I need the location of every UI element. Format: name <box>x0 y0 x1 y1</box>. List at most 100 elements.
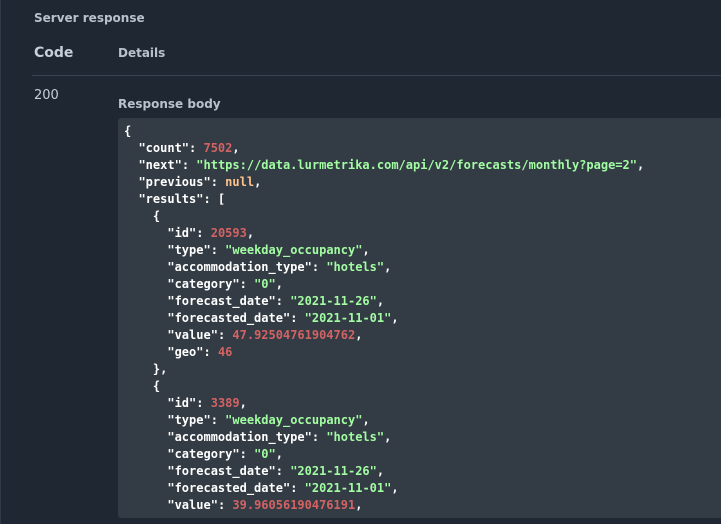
json-punctuation <box>124 447 167 461</box>
json-punctuation: , <box>376 294 385 308</box>
json-key: "forecast_date" <box>167 294 276 308</box>
json-punctuation: : <box>275 294 291 308</box>
json-key: "value" <box>167 498 218 512</box>
json-punctuation <box>124 277 167 291</box>
json-key: "forecast_date" <box>167 464 276 478</box>
json-key: "previous" <box>138 175 211 189</box>
json-punctuation: , <box>275 447 283 461</box>
json-punctuation: }, <box>124 362 168 376</box>
json-punctuation: , <box>355 328 363 342</box>
json-punctuation: : <box>217 328 233 342</box>
json-punctuation: : <box>290 311 305 325</box>
column-header-details: Details <box>118 46 166 60</box>
json-punctuation: , <box>254 175 262 189</box>
json-number: 46 <box>217 345 233 359</box>
json-punctuation: , <box>391 481 399 495</box>
json-key: "count" <box>138 141 190 155</box>
json-punctuation: { <box>124 209 161 223</box>
json-key: "forecasted_date" <box>167 481 291 495</box>
panel-left-border <box>0 0 1 524</box>
json-key: "value" <box>167 328 218 342</box>
json-punctuation: , <box>362 413 370 427</box>
server-response-heading: Server response <box>34 11 145 25</box>
json-punctuation <box>124 243 167 257</box>
json-punctuation: , <box>355 498 363 512</box>
json-punctuation <box>124 345 167 359</box>
json-punctuation: : <box>189 141 204 155</box>
code-line: "forecasted_date": "2021-11-01", <box>124 311 399 325</box>
json-string: "2021-11-01" <box>304 481 392 495</box>
json-punctuation: : <box>217 498 233 512</box>
json-punctuation <box>124 175 138 189</box>
json-string: "hotels" <box>326 430 385 444</box>
json-string: "2021-11-01" <box>304 311 392 325</box>
json-punctuation <box>124 294 167 308</box>
json-punctuation: , <box>636 158 645 172</box>
json-punctuation: , <box>391 311 399 325</box>
code-line: "previous": null, <box>124 175 261 189</box>
code-line: { <box>124 209 160 223</box>
json-key: "next" <box>138 158 182 172</box>
code-line: "next": "https://data.lurmetrika.com/api… <box>124 158 644 172</box>
json-string: "0" <box>254 447 276 461</box>
json-key: "type" <box>167 243 211 257</box>
json-key: "category" <box>167 277 240 291</box>
json-number: 3389 <box>210 396 240 410</box>
json-punctuation <box>124 464 167 478</box>
json-key: "id" <box>167 226 197 240</box>
code-line: "id": 3389, <box>124 396 247 410</box>
json-string: "weekday_occupancy" <box>225 413 363 427</box>
json-punctuation: : <box>239 447 255 461</box>
response-body-label: Response body <box>118 97 221 111</box>
json-punctuation <box>124 498 167 512</box>
response-body-code-block[interactable]: { "count": 7502, "next": "https://data.l… <box>118 118 721 518</box>
json-punctuation: , <box>384 260 392 274</box>
code-line: "forecast_date": "2021-11-26", <box>124 464 384 478</box>
json-key: "category" <box>167 447 240 461</box>
json-punctuation: { <box>124 379 161 393</box>
json-punctuation <box>124 158 138 172</box>
json-punctuation: : <box>210 175 226 189</box>
json-string: "hotels" <box>326 260 385 274</box>
json-string: "weekday_occupancy" <box>225 243 363 257</box>
code-line: "accommodation_type": "hotels", <box>124 430 391 444</box>
json-key: "type" <box>167 413 211 427</box>
json-key: "geo" <box>167 345 204 359</box>
json-punctuation: , <box>384 430 392 444</box>
json-punctuation: : <box>203 345 218 359</box>
json-punctuation: , <box>275 277 283 291</box>
json-punctuation <box>124 430 167 444</box>
json-punctuation: : [ <box>203 192 226 206</box>
code-line: { <box>124 124 131 138</box>
json-key: "results" <box>138 192 204 206</box>
code-line: "value": 39.96056190476191, <box>124 498 362 512</box>
header-divider <box>32 75 721 76</box>
json-punctuation: , <box>246 226 255 240</box>
json-punctuation: : <box>239 277 255 291</box>
json-punctuation: : <box>290 481 305 495</box>
json-punctuation: : <box>275 464 291 478</box>
response-status-code: 200 <box>34 88 59 103</box>
json-punctuation: : <box>181 158 197 172</box>
response-body-json[interactable]: { "count": 7502, "next": "https://data.l… <box>118 118 721 514</box>
code-line: { <box>124 379 160 393</box>
json-punctuation <box>124 141 138 155</box>
json-string: "https://data.lurmetrika.com/api/v2/fore… <box>196 158 637 172</box>
json-punctuation: , <box>239 396 247 410</box>
json-punctuation <box>124 396 167 410</box>
code-line: "forecast_date": "2021-11-26", <box>124 294 384 308</box>
json-punctuation <box>124 192 138 206</box>
code-line: }, <box>124 362 167 376</box>
json-punctuation: , <box>232 141 240 155</box>
json-punctuation <box>124 328 167 342</box>
code-line: "results": [ <box>124 192 225 206</box>
json-literal: null <box>225 175 255 189</box>
json-punctuation <box>124 413 167 427</box>
json-number: 7502 <box>203 141 233 155</box>
json-number: 47.92504761904762 <box>232 328 356 342</box>
json-key: "id" <box>167 396 197 410</box>
code-line: "value": 47.92504761904762, <box>124 328 362 342</box>
json-punctuation: : <box>210 243 226 257</box>
code-line: "type": "weekday_occupancy", <box>124 243 369 257</box>
json-string: "0" <box>254 277 276 291</box>
